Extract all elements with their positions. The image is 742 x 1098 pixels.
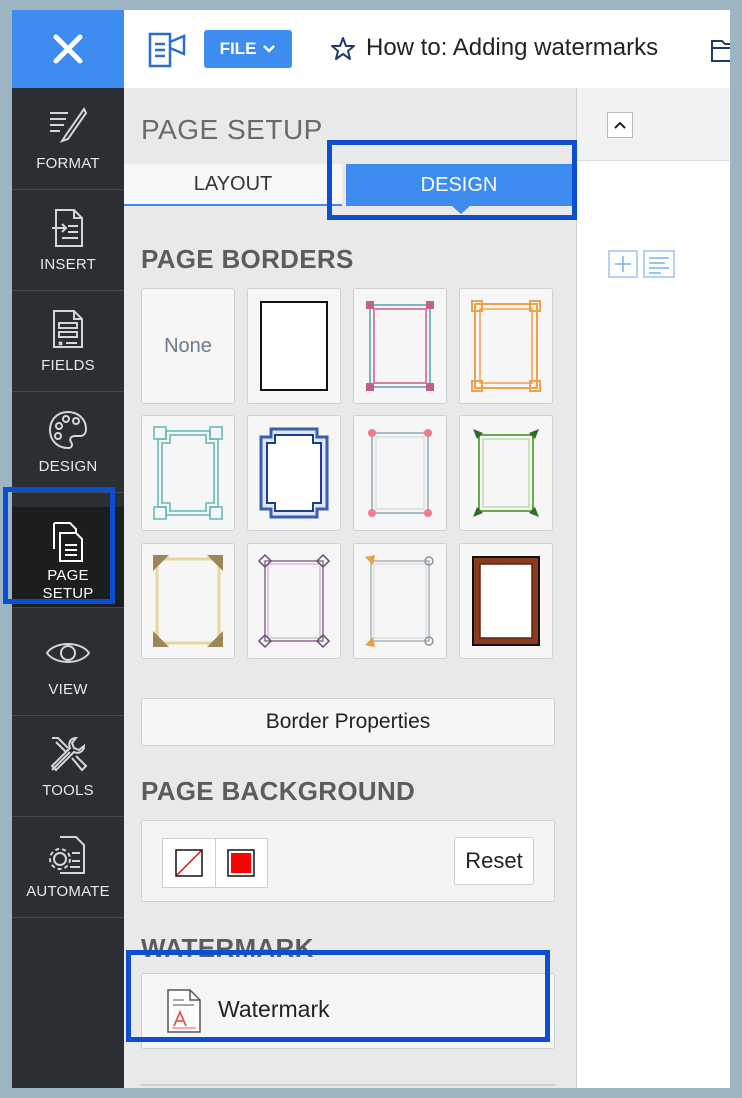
border-option-pink-star[interactable] bbox=[353, 415, 447, 531]
rail-item-view[interactable]: VIEW bbox=[12, 615, 124, 716]
page-borders-heading: PAGE BORDERS bbox=[141, 244, 354, 274]
automate-gear-icon bbox=[49, 836, 85, 874]
rail-item-automate[interactable]: AUTOMATE bbox=[12, 817, 124, 918]
collapse-ruler-button[interactable] bbox=[607, 112, 633, 138]
border-option-blue[interactable] bbox=[247, 415, 341, 531]
document-title[interactable]: How to: Adding watermarks bbox=[366, 34, 658, 62]
rail-item-design[interactable]: DESIGN bbox=[12, 392, 124, 493]
rail-spacer bbox=[12, 918, 124, 1088]
rail-label-design: DESIGN bbox=[38, 458, 98, 475]
border-orange-scroll-preview bbox=[365, 555, 434, 647]
border-option-orange-scroll[interactable] bbox=[353, 543, 447, 659]
rail-item-tools[interactable]: TOOLS bbox=[12, 716, 124, 817]
page-setup-highlight bbox=[3, 487, 115, 604]
no-color-swatch[interactable] bbox=[163, 839, 216, 887]
panel-title: PAGE SETUP bbox=[141, 114, 323, 145]
border-option-none[interactable]: None bbox=[141, 288, 235, 404]
star-icon[interactable] bbox=[330, 36, 356, 62]
border-brown-wood-preview bbox=[472, 556, 540, 646]
rail-label-tools: TOOLS bbox=[42, 782, 94, 799]
insert-document-icon bbox=[52, 209, 83, 247]
rail-label-automate: AUTOMATE bbox=[26, 883, 110, 900]
red-color-swatch[interactable] bbox=[216, 839, 268, 887]
top-bar: FILE How to: Adding watermarks bbox=[124, 10, 730, 89]
tab-layout-label: LAYOUT bbox=[193, 172, 273, 195]
fields-document-icon bbox=[53, 310, 83, 348]
border-pink-star-preview bbox=[368, 429, 432, 517]
document-ruler-bar bbox=[577, 88, 730, 161]
border-teal-preview bbox=[153, 426, 223, 520]
panel-divider bbox=[141, 1084, 555, 1086]
tools-icon bbox=[50, 736, 88, 772]
border-option-teal[interactable] bbox=[141, 415, 235, 531]
border-option-simple-black[interactable] bbox=[247, 288, 341, 404]
border-none-label: None bbox=[164, 334, 212, 357]
folder-icon[interactable] bbox=[710, 37, 730, 63]
border-purple-preview bbox=[257, 553, 331, 649]
color-swatch-icon bbox=[227, 849, 255, 877]
document-arrow-icon[interactable] bbox=[146, 30, 188, 70]
tab-layout[interactable]: LAYOUT bbox=[124, 164, 342, 206]
border-properties-button[interactable]: Border Properties bbox=[141, 698, 555, 746]
chevron-down-icon bbox=[263, 45, 276, 53]
file-menu-button[interactable]: FILE bbox=[204, 30, 292, 68]
rail-item-format[interactable]: FORMAT bbox=[12, 89, 124, 190]
border-option-brown-wood[interactable] bbox=[459, 543, 553, 659]
rail-item-fields[interactable]: FIELDS bbox=[12, 291, 124, 392]
design-tab-highlight bbox=[327, 140, 577, 220]
border-option-gold[interactable] bbox=[141, 543, 235, 659]
rail-label-insert: INSERT bbox=[40, 256, 96, 273]
close-icon bbox=[53, 34, 83, 64]
no-color-icon bbox=[175, 849, 203, 877]
page-background-box: Reset bbox=[141, 820, 555, 902]
border-option-purple[interactable] bbox=[247, 543, 341, 659]
reset-label: Reset bbox=[465, 848, 523, 873]
rail-label-format: FORMAT bbox=[36, 155, 100, 172]
border-option-green[interactable] bbox=[459, 415, 553, 531]
reset-button[interactable]: Reset bbox=[454, 837, 534, 885]
border-blue-preview bbox=[259, 427, 329, 519]
chevron-up-icon bbox=[614, 121, 626, 129]
border-orange-preview bbox=[471, 300, 541, 392]
rail-label-view: VIEW bbox=[48, 681, 88, 698]
close-button[interactable] bbox=[12, 10, 124, 88]
page-setup-panel: PAGE SETUP LAYOUT DESIGN PAGE BORDERS No… bbox=[124, 88, 577, 1088]
paragraph-icon[interactable] bbox=[643, 250, 675, 278]
border-pink-teal-preview bbox=[366, 301, 434, 391]
document-canvas[interactable] bbox=[577, 88, 730, 1088]
border-properties-label: Border Properties bbox=[265, 710, 431, 733]
palette-icon bbox=[48, 410, 88, 450]
page-background-heading: PAGE BACKGROUND bbox=[141, 776, 416, 806]
border-option-orange[interactable] bbox=[459, 288, 553, 404]
rail-item-insert[interactable]: INSERT bbox=[12, 190, 124, 291]
file-label: FILE bbox=[219, 39, 257, 58]
watermark-highlight bbox=[126, 950, 550, 1042]
border-green-preview bbox=[473, 429, 539, 517]
add-block-icon[interactable] bbox=[608, 250, 638, 278]
border-simple-black-preview bbox=[260, 301, 328, 391]
eye-icon bbox=[45, 643, 91, 663]
border-gold-preview bbox=[153, 555, 223, 647]
border-option-pink-teal[interactable] bbox=[353, 288, 447, 404]
rail-label-fields: FIELDS bbox=[41, 357, 95, 374]
format-brush-icon bbox=[50, 107, 88, 143]
background-swatches bbox=[162, 838, 268, 888]
